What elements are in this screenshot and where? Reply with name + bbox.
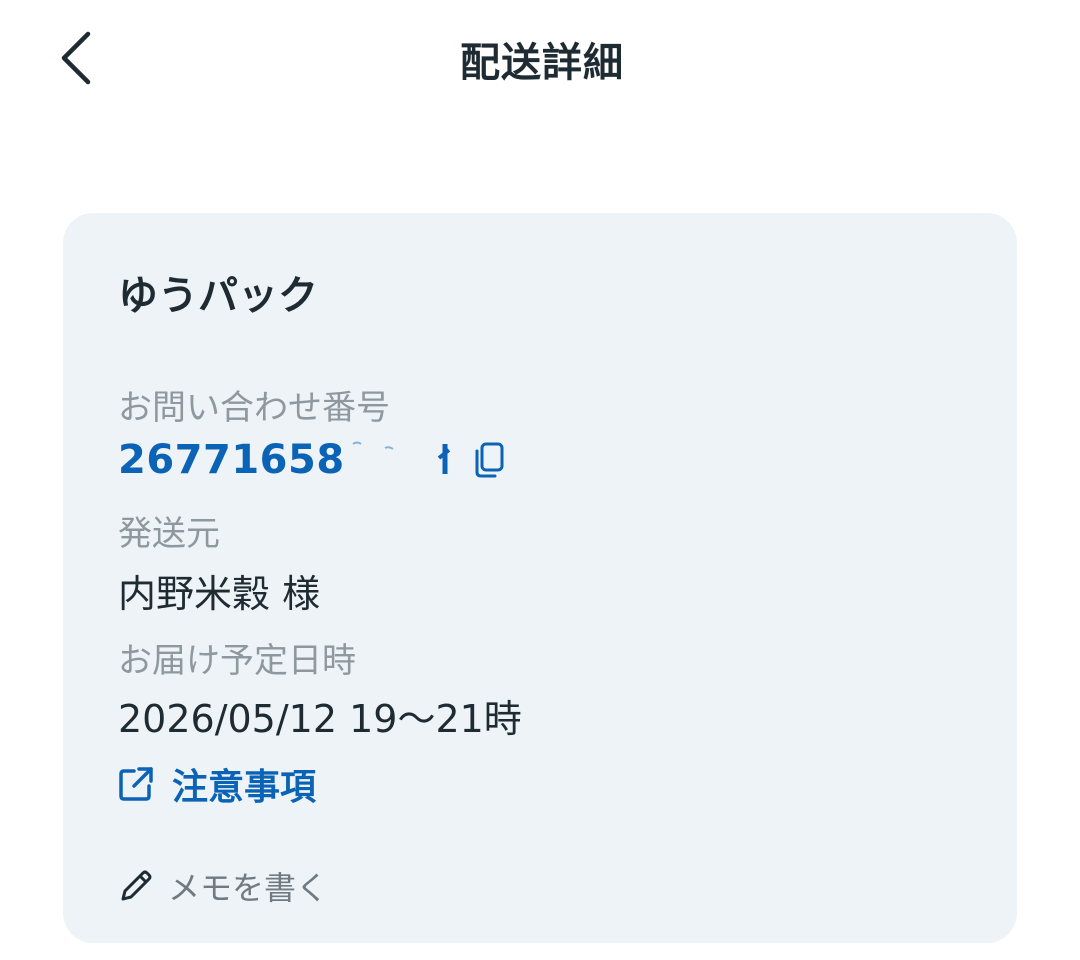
carrier-name: ゆうパック xyxy=(118,273,318,319)
copy-button[interactable] xyxy=(471,438,507,482)
tracking-row: 26771658 xyxy=(118,435,507,485)
external-link-icon xyxy=(119,767,153,801)
delivery-label: お届け予定日時 xyxy=(118,641,356,681)
notice-link[interactable]: 注意事項 xyxy=(118,758,316,810)
pencil-icon xyxy=(121,870,152,901)
delivery-card: ゆうパック お問い合わせ番号 26771658 発送元 内野米穀 様 お届け予定… xyxy=(63,213,1017,943)
tracking-number[interactable]: 26771658 xyxy=(118,437,345,483)
tracking-label: お問い合わせ番号 xyxy=(118,388,390,428)
write-memo-button[interactable]: メモを書く xyxy=(118,863,328,909)
delivery-value: 2026/05/12 19〜21時 xyxy=(118,697,522,741)
redacted-fragment xyxy=(352,441,450,474)
header: 配送詳細 xyxy=(0,0,1080,120)
page-title: 配送詳細 xyxy=(460,40,624,86)
delivery-detail-screen: 配送詳細 ゆうパック お問い合わせ番号 26771658 発送元 内野米穀 様 … xyxy=(0,0,1080,960)
memo-label: メモを書く xyxy=(168,869,329,907)
notice-link-label: 注意事項 xyxy=(172,767,317,808)
sender-label: 発送元 xyxy=(118,514,220,554)
copy-icon xyxy=(475,442,504,478)
sender-value: 内野米穀 様 xyxy=(118,572,321,616)
